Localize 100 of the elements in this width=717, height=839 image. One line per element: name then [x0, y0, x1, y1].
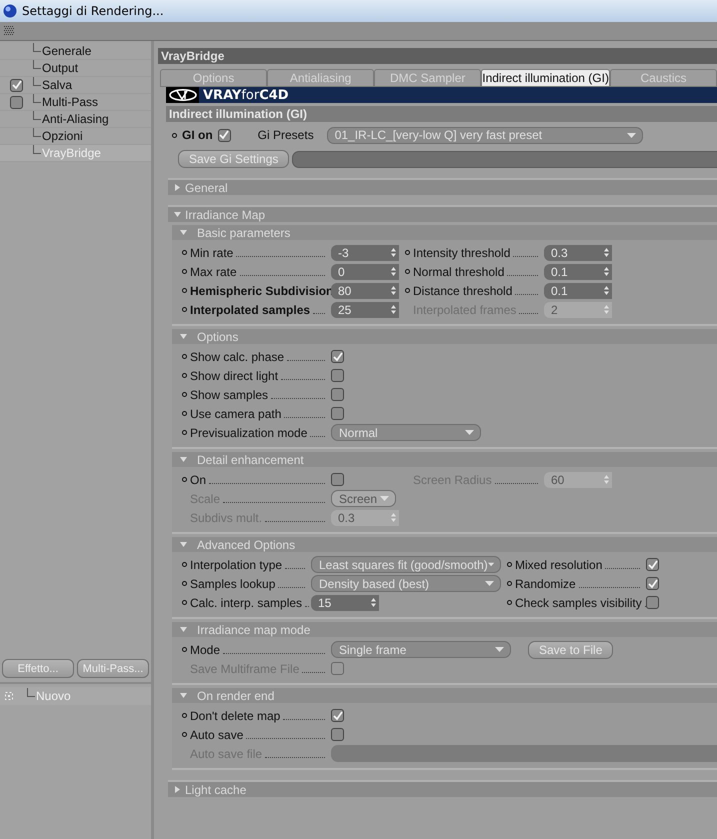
collapse-arrow-icon[interactable] — [180, 333, 187, 340]
checkbox[interactable] — [331, 473, 344, 486]
checkbox[interactable] — [331, 388, 344, 401]
bullet-icon — [507, 562, 512, 567]
tab[interactable]: Indirect illumination (GI) — [481, 69, 610, 87]
number-field[interactable]: 80 — [331, 282, 399, 298]
subsection-header[interactable]: Options — [172, 329, 717, 344]
dropdown-arrow-icon — [495, 647, 504, 652]
dropdown[interactable]: Single frame — [331, 641, 511, 658]
checkbox[interactable] — [331, 728, 344, 741]
subsection-header[interactable]: Advanced Options — [172, 537, 717, 552]
checkbox[interactable] — [646, 558, 659, 571]
dropdown-arrow-icon — [488, 562, 494, 567]
sidebar-item[interactable]: Anti-Aliasing — [0, 111, 151, 128]
field-label: Use camera path — [190, 406, 282, 420]
number-field[interactable]: 0 — [331, 264, 399, 280]
field-label: Check samples visibility — [515, 596, 642, 610]
sidebar-button[interactable]: Multi-Pass... — [77, 659, 149, 678]
number-field[interactable]: 0.1 — [544, 264, 612, 280]
expand-arrow-icon[interactable] — [174, 786, 181, 793]
number-field[interactable]: 0.3 — [544, 244, 612, 260]
tab[interactable]: Antialiasing — [267, 69, 374, 87]
text-field[interactable] — [292, 150, 717, 168]
collapse-arrow-icon[interactable] — [180, 626, 187, 633]
bullet-icon — [182, 713, 187, 718]
field-label: Interpolation type — [190, 558, 282, 572]
field-label: Show samples — [190, 388, 268, 402]
group-header[interactable]: Light cache — [168, 780, 717, 797]
checkbox[interactable] — [646, 596, 659, 609]
checkbox[interactable] — [10, 96, 23, 108]
checkbox[interactable] — [10, 78, 23, 92]
checkbox[interactable] — [331, 369, 344, 382]
collapse-arrow-icon[interactable] — [180, 541, 187, 548]
group-header[interactable]: General — [168, 178, 717, 195]
sidebar-item[interactable]: VrayBridge — [0, 145, 151, 162]
field-label: Mixed resolution — [515, 558, 602, 572]
checkbox[interactable] — [218, 128, 231, 142]
bullet-icon — [405, 288, 410, 293]
collapse-arrow-icon[interactable] — [180, 456, 187, 463]
logo-text: VRAYforC4D — [202, 88, 289, 102]
text-field[interactable] — [331, 745, 717, 762]
field-label: Calc. interp. samples — [190, 596, 302, 610]
number-field[interactable]: 0.1 — [544, 282, 612, 298]
dropdown[interactable]: Normal — [331, 424, 481, 441]
checkbox[interactable] — [331, 350, 344, 363]
bullet-icon — [172, 132, 177, 138]
dropdown-arrow-icon — [465, 430, 474, 435]
gi-on-label: GI on — [182, 128, 213, 142]
spinner-arrows-icon — [604, 248, 609, 257]
field-label: Interpolated samples — [190, 302, 310, 316]
save-to-file-button[interactable]: Save to File — [528, 640, 614, 658]
field-label: Samples lookup — [190, 576, 276, 590]
sidebar-item[interactable]: Output — [0, 60, 151, 77]
bullet-icon — [182, 647, 187, 652]
logo-icon — [168, 89, 196, 101]
bullet-icon — [182, 732, 187, 737]
dropdown-arrow-icon — [485, 581, 494, 586]
group-header[interactable]: Irradiance Map — [168, 205, 717, 222]
field-label: Don't delete map — [190, 708, 280, 722]
field-label: Max rate — [190, 264, 237, 278]
subsection-header[interactable]: Basic parameters — [172, 225, 717, 240]
tab[interactable]: Options — [160, 69, 268, 87]
field-label: Hemispheric Subdivision — [190, 284, 334, 298]
subsection-header[interactable]: Detail enhancement — [172, 452, 717, 467]
checkbox[interactable] — [331, 407, 344, 420]
expand-arrow-icon[interactable] — [174, 184, 181, 191]
dropdown-arrow-icon — [626, 132, 636, 138]
section-title: Indirect illumination (GI) — [166, 106, 717, 122]
effect-item[interactable]: Nuovo — [0, 687, 151, 705]
tab[interactable]: DMC Sampler — [374, 69, 482, 87]
sidebar-item[interactable]: Multi-Pass — [0, 94, 151, 111]
collapse-arrow-icon[interactable] — [174, 211, 181, 218]
subsection-header[interactable]: Irradiance map mode — [172, 622, 717, 637]
bullet-icon — [405, 269, 410, 274]
field-label: Mode — [190, 642, 220, 656]
sidebar-item[interactable]: Salva — [0, 77, 151, 94]
sidebar-item[interactable]: Generale — [0, 43, 151, 60]
save-gi-settings-button[interactable]: Save Gi Settings — [178, 150, 290, 168]
window-title: Settaggi di Rendering... — [22, 4, 164, 18]
subsection-header[interactable]: On render end — [172, 688, 717, 703]
tab[interactable]: Caustics — [610, 69, 717, 87]
sidebar-button[interactable]: Effetto... — [2, 659, 74, 678]
number-field[interactable]: 15 — [311, 594, 379, 610]
checkbox[interactable] — [331, 709, 344, 722]
presets-dropdown[interactable]: 01_IR-LC_[very-low Q] very fast preset — [326, 126, 643, 144]
bullet-icon — [182, 411, 187, 416]
bullet-icon — [182, 562, 187, 567]
number-field[interactable]: -3 — [331, 244, 399, 260]
collapse-arrow-icon[interactable] — [180, 692, 187, 699]
dropdown[interactable]: Least squares fit (good/smooth) — [311, 556, 501, 573]
bullet-icon — [507, 600, 512, 605]
sidebar-item[interactable]: Opzioni — [0, 128, 151, 145]
checkbox[interactable] — [646, 577, 659, 590]
panel-title: VrayBridge — [158, 48, 717, 64]
number-field[interactable]: 25 — [331, 302, 399, 318]
bullet-icon — [182, 354, 187, 359]
collapse-arrow-icon[interactable] — [180, 229, 187, 236]
bullet-icon — [182, 600, 187, 605]
dropdown[interactable]: Density based (best) — [311, 575, 501, 592]
spinner-arrows-icon — [391, 513, 396, 522]
